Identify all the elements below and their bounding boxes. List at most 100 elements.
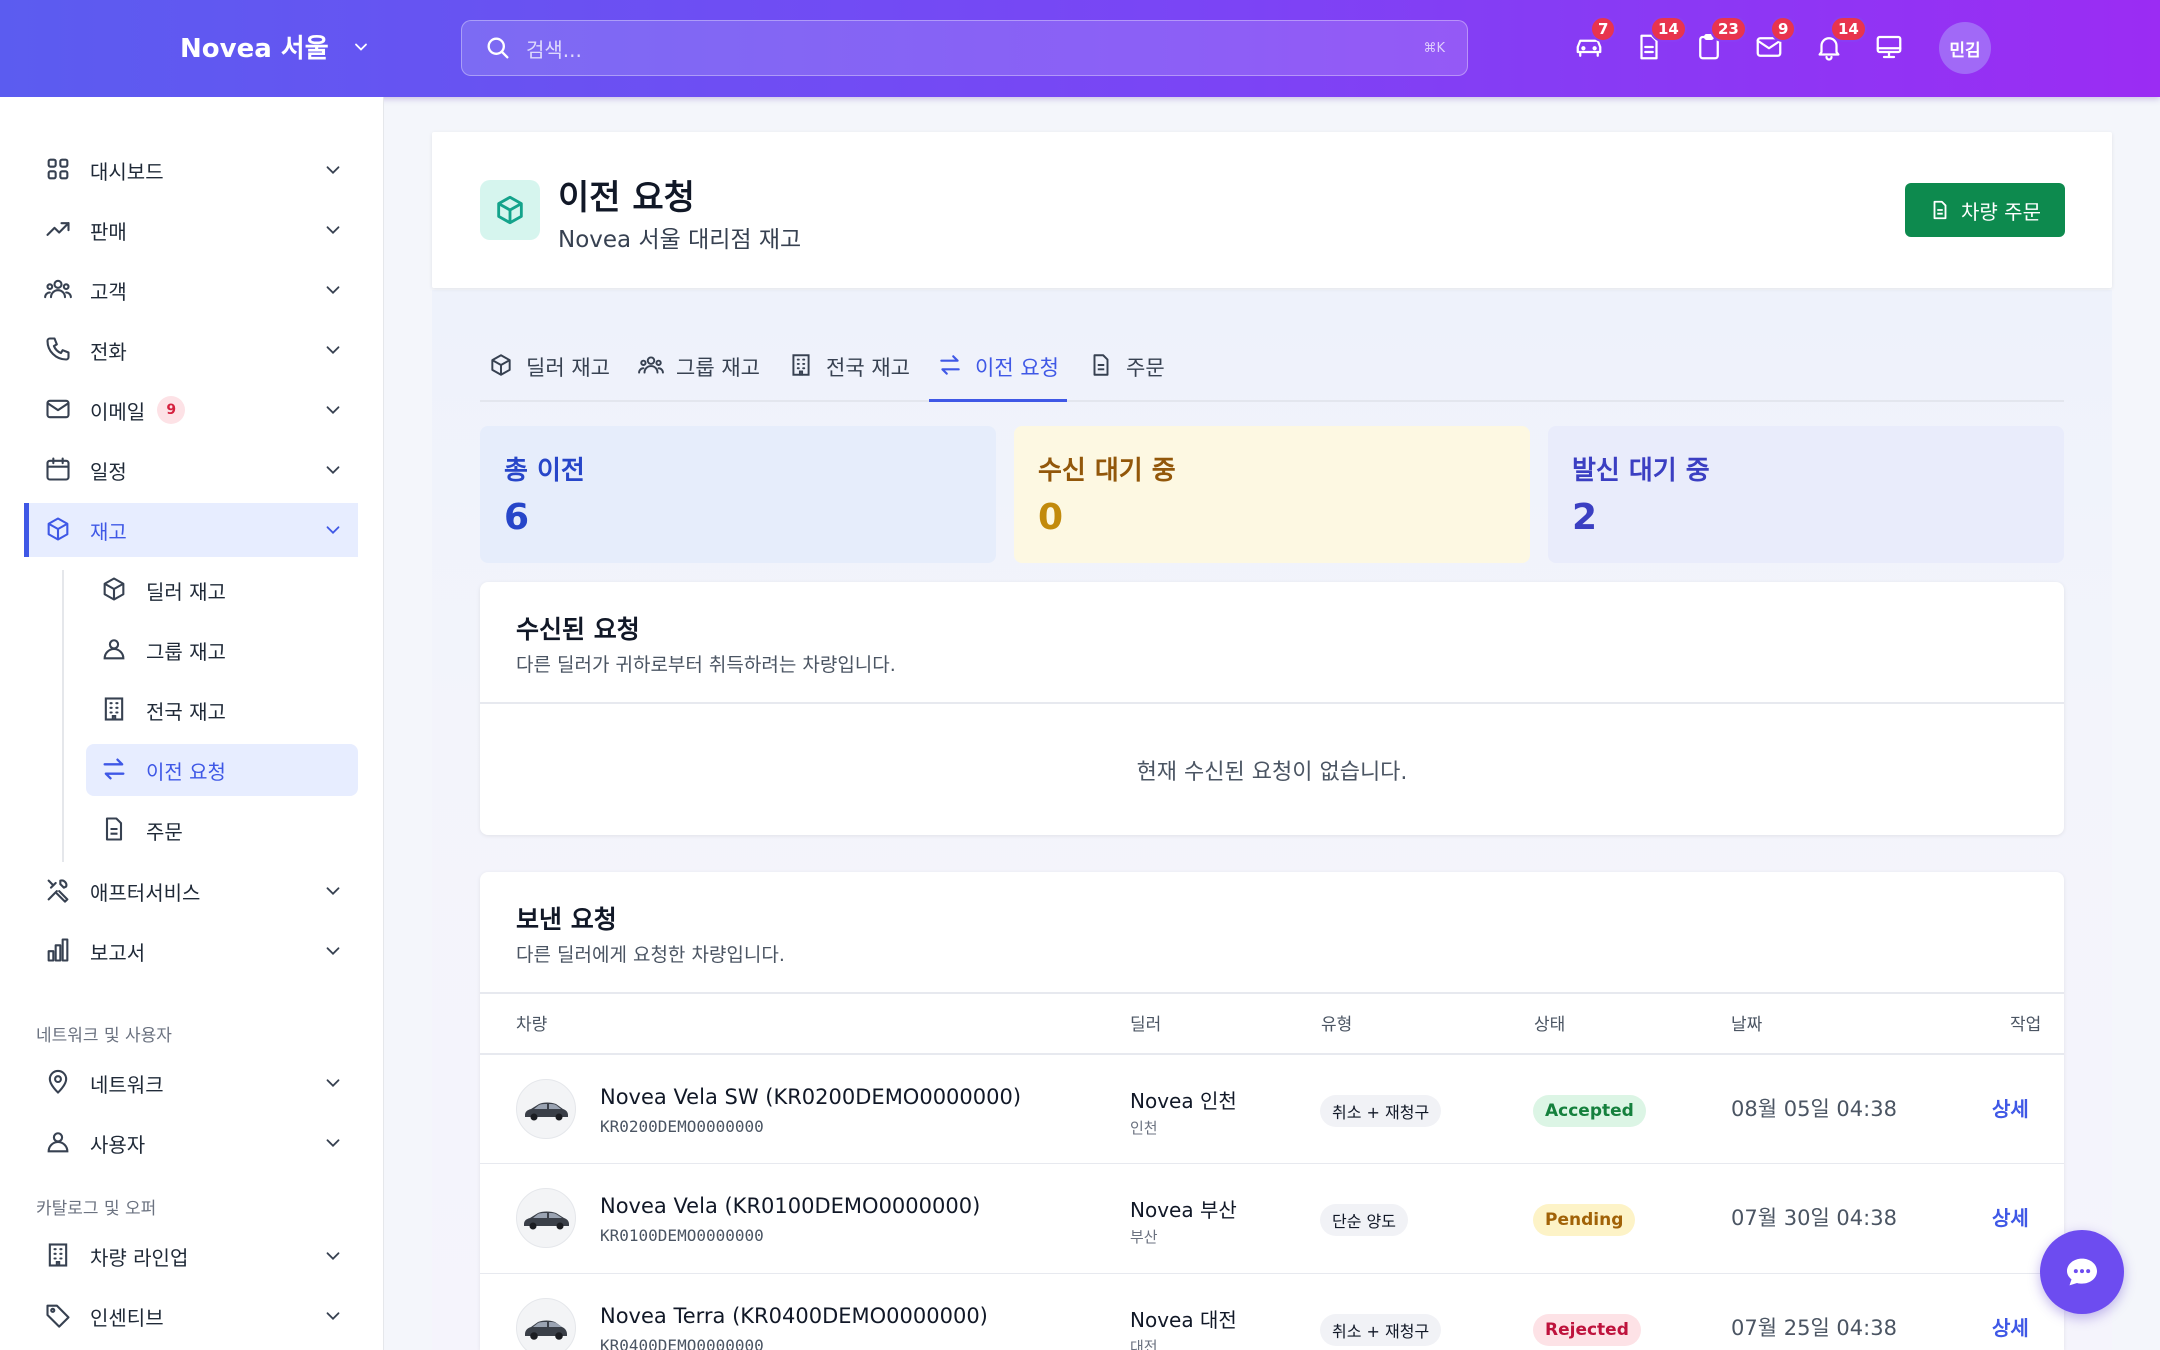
column-header-dealer: 딜러 [1130, 1015, 1162, 1035]
vehicle-name: Novea Vela (KR0100DEMO0000000) [600, 1194, 981, 1218]
table-row[interactable]: Novea Vela SW (KR0200DEMO0000000) KR0200… [480, 1053, 2064, 1163]
search-icon [487, 37, 509, 59]
detail-link[interactable]: 상세 [1992, 1312, 2029, 1341]
box-icon [497, 195, 523, 225]
table-row[interactable]: Novea Vela (KR0100DEMO0000000) KR0100DEM… [480, 1163, 2064, 1273]
table-row[interactable]: Novea Terra (KR0400DEMO0000000) KR0400DE… [480, 1273, 2064, 1350]
document-icon [1093, 354, 1109, 376]
chat-button[interactable] [2040, 1230, 2124, 1314]
sidebar-subitem-dealer-stock[interactable]: 딜러 재고 [86, 564, 358, 616]
sidebar-item-users[interactable]: 사용자 [24, 1116, 358, 1170]
avatar[interactable]: 민김 [1939, 22, 1991, 74]
car-button[interactable]: 7 [1574, 16, 1617, 64]
status-badge: Pending [1533, 1204, 1636, 1236]
tab-transfer-requests[interactable]: 이전 요청 [929, 352, 1067, 402]
sidebar-item-label: 사용자 [90, 1132, 146, 1157]
sidebar-item-incentives[interactable]: 인센티브 [24, 1289, 358, 1343]
chat-icon [2067, 1258, 2097, 1286]
document-icon [1933, 200, 1947, 220]
sidebar-item-dashboard[interactable]: 대시보드 [24, 143, 358, 197]
transfer-type-badge: 취소 + 재청구 [1320, 1095, 1442, 1127]
dealer-name: Novea 부산 [1130, 1198, 1237, 1222]
dealer-name: Novea 인천 [1130, 1089, 1237, 1113]
chevron-down-icon [326, 887, 340, 896]
user-icon [47, 1132, 69, 1153]
transfer-icon [103, 758, 125, 780]
vehicle-name: Novea Terra (KR0400DEMO0000000) [600, 1304, 988, 1328]
tab-group-stock[interactable]: 그룹 재고 [630, 352, 768, 402]
sidebar-subitem-transfer-requests[interactable]: 이전 요청 [86, 744, 358, 796]
sidebar-item-after-service[interactable]: 애프터서비스 [24, 864, 358, 918]
order-vehicle-label: 차량 주문 [1961, 199, 2041, 224]
order-vehicle-button[interactable]: 차량 주문 [1905, 183, 2065, 237]
notifications-button[interactable]: 14 [1814, 16, 1867, 64]
vehicle-thumbnail [516, 1188, 576, 1248]
sidebar-item-label: 판매 [90, 219, 127, 244]
sidebar-item-label: 이메일 [90, 399, 146, 424]
sidebar-item-customers[interactable]: 고객 [24, 263, 358, 317]
email-count-badge: 9 [157, 396, 186, 424]
status-badge: Accepted [1533, 1095, 1646, 1127]
user-group-icon [103, 639, 125, 660]
chevron-down-icon [326, 526, 340, 535]
tasks-button[interactable]: 23 [1694, 16, 1747, 64]
column-header-type: 유형 [1321, 1015, 1353, 1035]
sidebar-subitem-national-stock[interactable]: 전국 재고 [86, 684, 358, 736]
transfer-type-badge: 취소 + 재청구 [1320, 1314, 1442, 1346]
sidebar-item-email[interactable]: 이메일 9 [24, 383, 358, 437]
dealer-name: Novea 대전 [1130, 1308, 1237, 1332]
tab-label: 전국 재고 [826, 356, 910, 380]
divider [480, 992, 2064, 994]
tab-orders[interactable]: 주문 [1080, 352, 1173, 402]
sidebar-item-schedule[interactable]: 일정 [24, 443, 358, 497]
tab-label: 주문 [1126, 356, 1165, 380]
sidebar-subitem-group-stock[interactable]: 그룹 재고 [86, 624, 358, 676]
chevron-down-icon [326, 947, 340, 956]
users-icon [44, 279, 72, 299]
chevron-down-icon [326, 346, 340, 355]
sidebar-subitem-label: 이전 요청 [146, 759, 226, 784]
display-button[interactable] [1874, 32, 1906, 64]
notification-badge: 7 [1590, 16, 1617, 42]
stat-label: 수신 대기 중 [1038, 456, 1176, 486]
sidebar-item-label: 차량 라인업 [90, 1245, 189, 1270]
sidebar-subitem-label: 딜러 재고 [146, 579, 226, 604]
request-date: 07월 30일 04:38 [1731, 1206, 1897, 1230]
sidebar-item-inventory[interactable]: 재고 [24, 503, 358, 557]
box-icon [103, 577, 125, 601]
dealer-city: 인천 [1130, 1119, 1158, 1137]
status-badge: Rejected [1533, 1314, 1641, 1346]
documents-button[interactable]: 14 [1634, 16, 1687, 64]
grid-icon [47, 158, 69, 180]
dealer-switcher[interactable]: Novea 서울 [180, 28, 371, 65]
sidebar-item-reports[interactable]: 보고서 [24, 924, 358, 978]
sidebar-item-lineup[interactable]: 차량 라인업 [24, 1229, 358, 1283]
page-icon [480, 180, 540, 240]
sidebar-item-sales[interactable]: 판매 [24, 203, 358, 257]
search-input[interactable]: 검색... ⌘K [461, 20, 1468, 76]
sidebar-item-label: 애프터서비스 [90, 880, 201, 905]
detail-link[interactable]: 상세 [1992, 1093, 2029, 1122]
vehicle-thumbnail [516, 1079, 576, 1139]
tab-dealer-stock[interactable]: 딜러 재고 [480, 352, 618, 402]
detail-link[interactable]: 상세 [1992, 1202, 2029, 1231]
search-placeholder: 검색... [526, 37, 582, 62]
page-subtitle: Novea 서울 대리점 재고 [558, 227, 802, 253]
mail-button[interactable]: 9 [1754, 16, 1797, 64]
building-icon [792, 354, 810, 376]
document-icon [105, 817, 123, 841]
trend-icon [46, 222, 70, 236]
bar-chart-icon [47, 938, 69, 962]
sidebar-subitem-orders[interactable]: 주문 [86, 804, 358, 856]
sent-subtitle: 다른 딜러에게 요청한 차량입니다. [516, 944, 785, 966]
sidebar-item-label: 보고서 [90, 940, 146, 965]
received-requests-card: 수신된 요청 다른 딜러가 귀하로부터 취득하려는 차량입니다. 현재 수신된 … [480, 582, 2064, 835]
stat-value: 0 [1038, 497, 1064, 538]
calendar-icon [46, 457, 70, 481]
phone-icon [46, 337, 70, 361]
monitor-icon [1876, 35, 1902, 59]
sidebar-item-network[interactable]: 네트워크 [24, 1056, 358, 1110]
received-title: 수신된 요청 [516, 615, 640, 644]
tab-national-stock[interactable]: 전국 재고 [780, 352, 918, 402]
sidebar-item-phone[interactable]: 전화 [24, 323, 358, 377]
